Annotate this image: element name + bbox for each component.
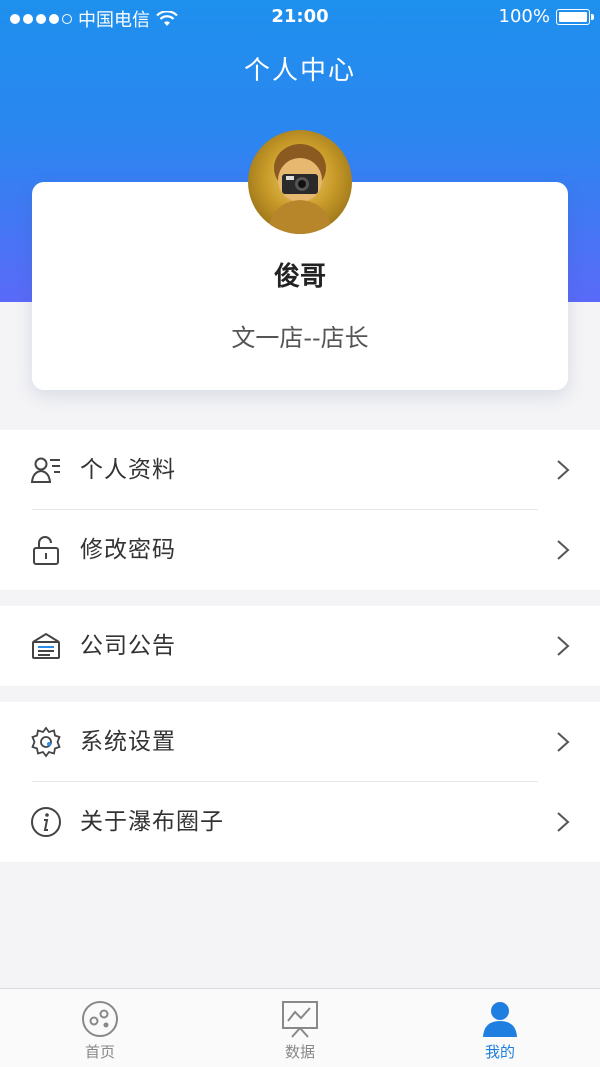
- tab-label-mine: 我的: [484, 1043, 515, 1061]
- tab-label-home: 首页: [84, 1043, 115, 1061]
- announcement-icon: [32, 632, 60, 659]
- menu-group-company: 公司公告: [0, 606, 600, 686]
- tab-bar: 首页 数据 我的: [0, 988, 600, 1067]
- tab-mine[interactable]: 我的: [400, 989, 600, 1067]
- chevron-right-icon: [557, 540, 570, 560]
- menu-label-announcement: 公司公告: [80, 633, 176, 659]
- person-icon: [483, 1002, 517, 1037]
- user-name: 俊哥: [273, 262, 326, 292]
- menu-item-announcement[interactable]: 公司公告: [0, 606, 600, 686]
- avatar[interactable]: [248, 130, 352, 234]
- tab-home[interactable]: 首页: [0, 989, 200, 1067]
- battery-percent: 100%: [498, 6, 550, 27]
- tab-label-data: 数据: [284, 1043, 315, 1061]
- menu-label-change-password: 修改密码: [80, 537, 176, 563]
- info-icon: [31, 807, 61, 837]
- menu-label-profile: 个人资料: [80, 457, 176, 483]
- menu-item-about[interactable]: 关于瀑布圈子: [0, 782, 600, 862]
- avatar-image: [268, 144, 332, 234]
- status-bar: 中国电信 21:00 100%: [0, 0, 600, 34]
- menu-item-change-password[interactable]: 修改密码: [0, 510, 600, 590]
- chevron-right-icon: [557, 812, 570, 832]
- profile-card-icon: [30, 457, 60, 483]
- chevron-right-icon: [557, 636, 570, 656]
- menu-item-profile[interactable]: 个人资料: [0, 430, 600, 510]
- battery-icon: [556, 8, 594, 25]
- tab-data[interactable]: 数据: [200, 989, 400, 1067]
- menu-group-account: 个人资料 修改密码: [0, 430, 600, 590]
- unlock-icon: [33, 536, 59, 565]
- gear-icon: [31, 726, 61, 758]
- page-title: 个人中心: [243, 56, 356, 86]
- chart-board-icon: [282, 1001, 318, 1038]
- chevron-right-icon: [557, 460, 570, 480]
- status-right: 100%: [498, 6, 594, 27]
- menu-label-about: 关于瀑布圈子: [80, 809, 224, 835]
- chevron-right-icon: [557, 732, 570, 752]
- home-circle-icon: [82, 1001, 118, 1037]
- menu-label-settings: 系统设置: [80, 729, 176, 755]
- user-role: 文一店--店长: [231, 324, 369, 352]
- menu-group-system: 系统设置 关于瀑布圈子: [0, 702, 600, 862]
- menu-item-settings[interactable]: 系统设置: [0, 702, 600, 782]
